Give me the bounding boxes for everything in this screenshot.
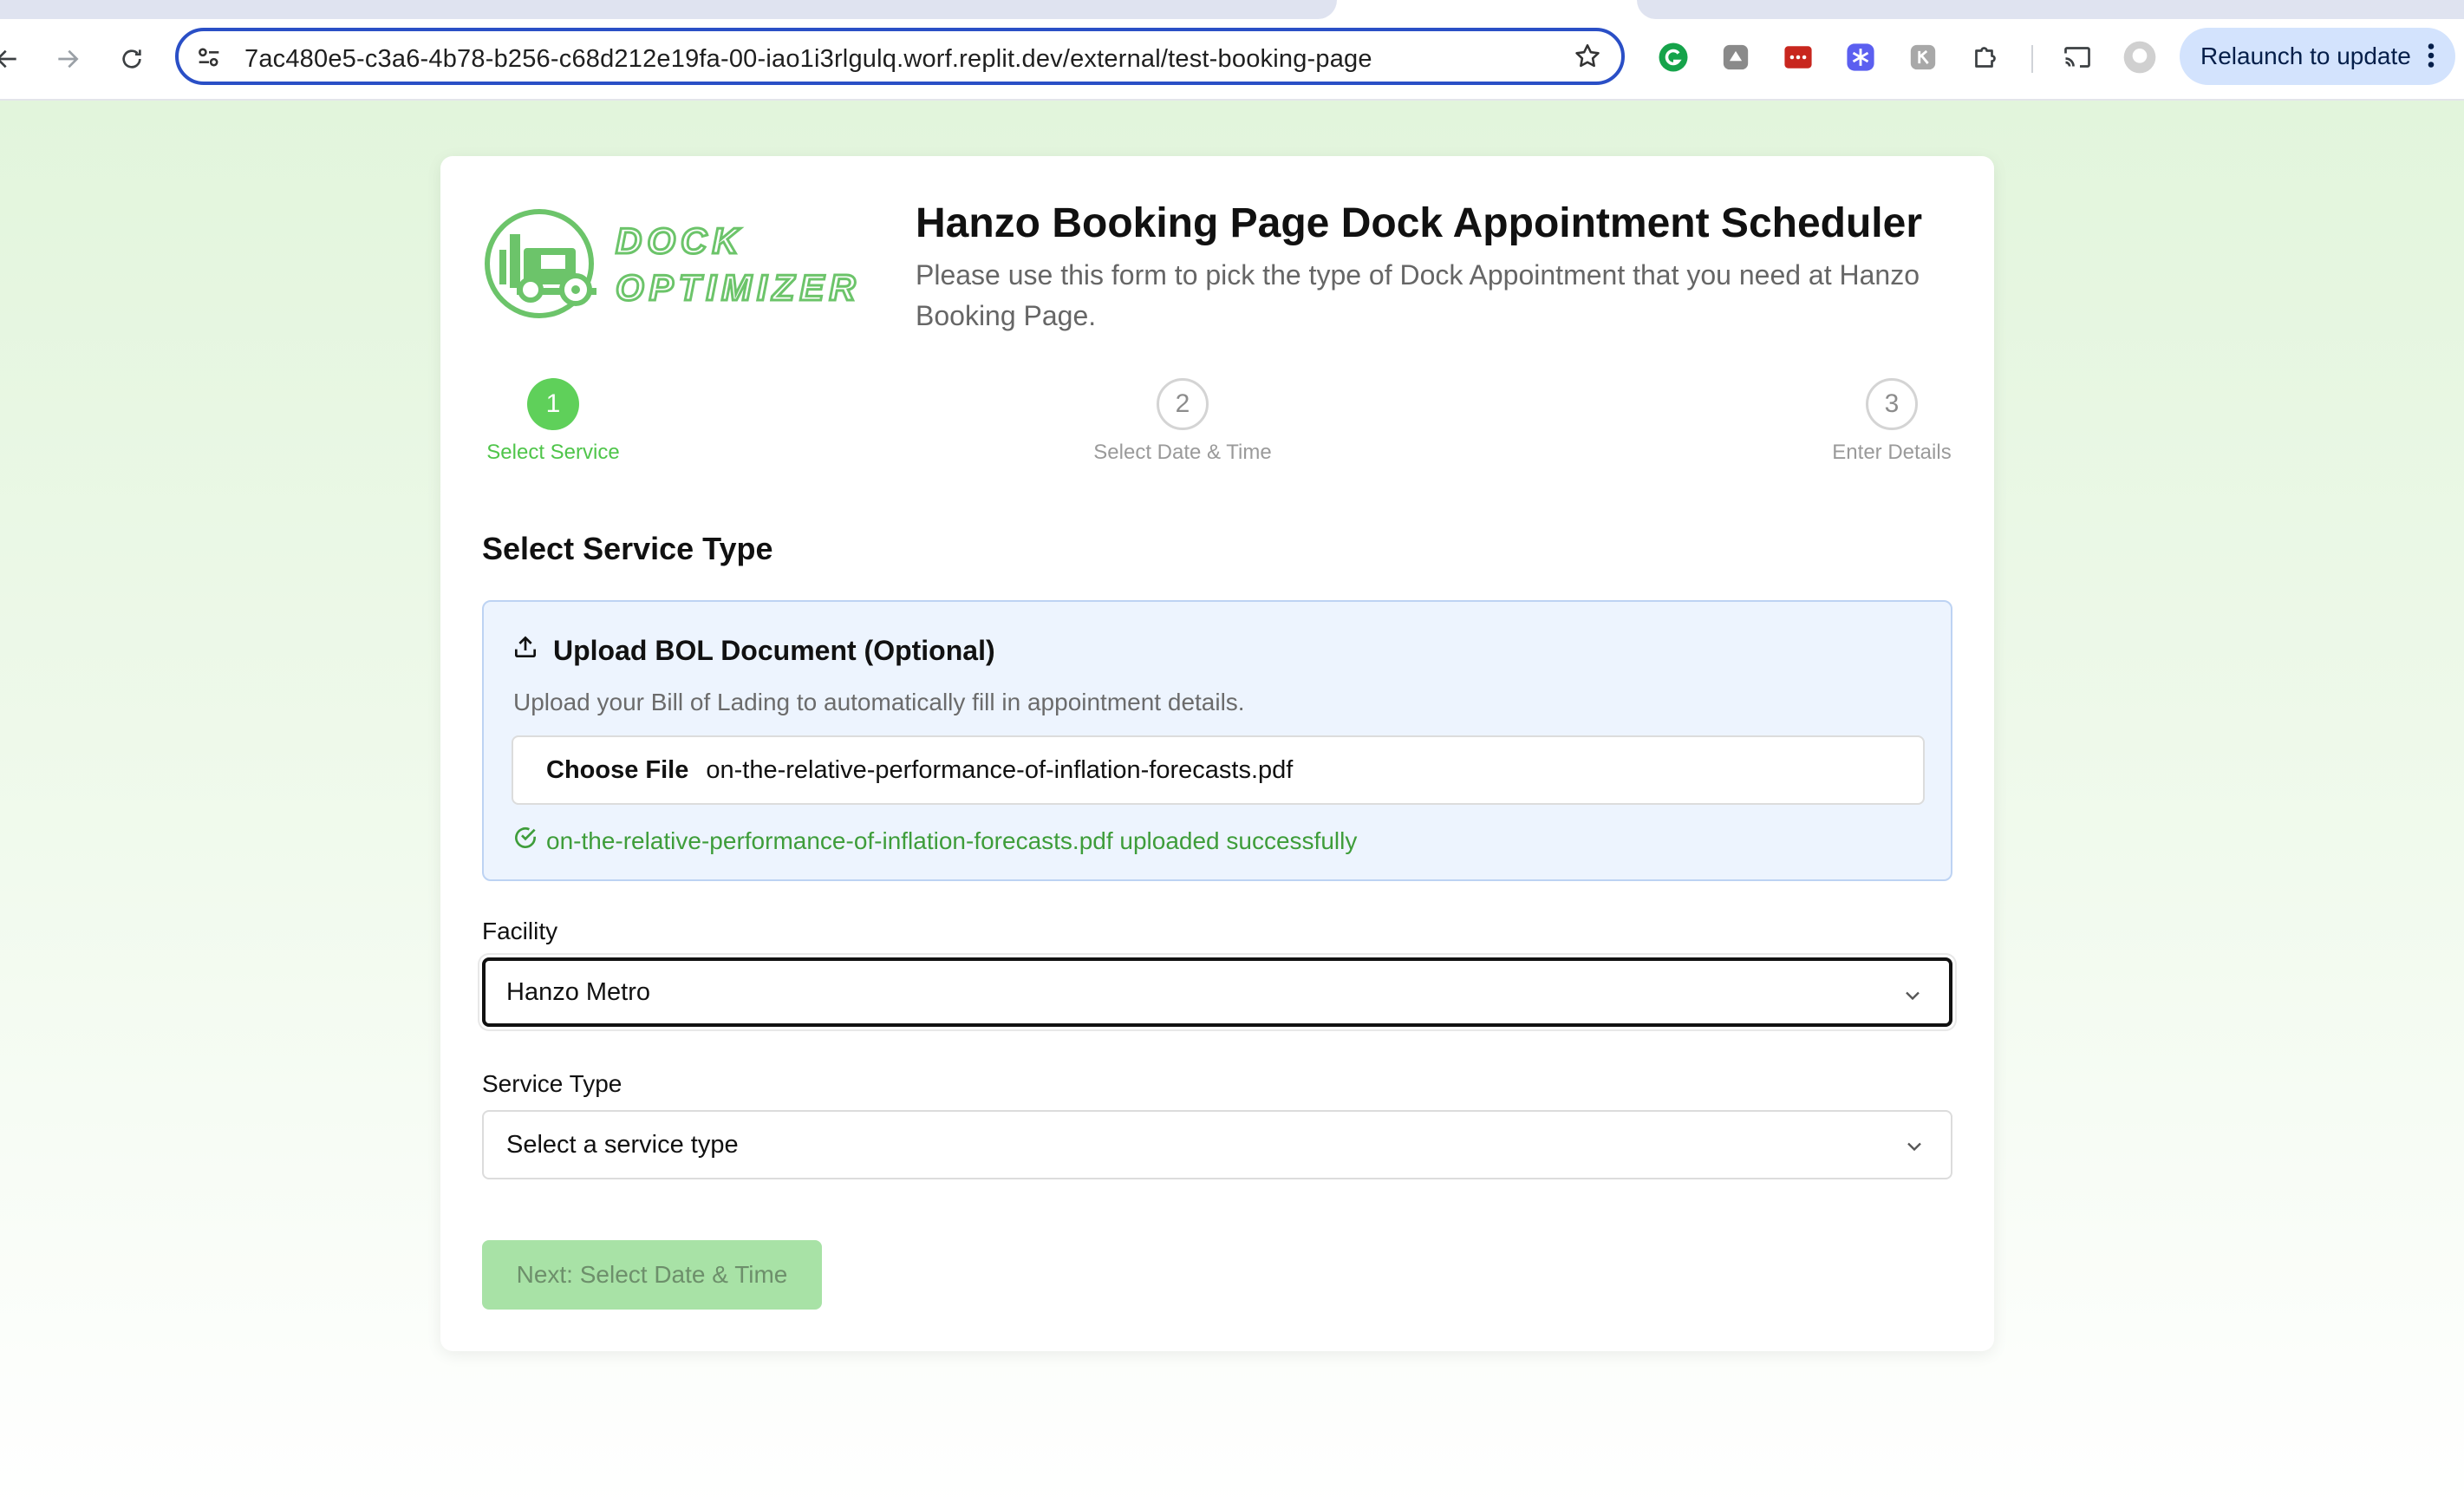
- success-text: on-the-relative-performance-of-inflation…: [546, 826, 1358, 854]
- step-label: Enter Details: [1832, 441, 1952, 464]
- section-title: Select Service Type: [482, 531, 773, 566]
- browser-tab[interactable]: [0, 0, 1337, 19]
- lastpass-icon[interactable]: [1781, 40, 1815, 75]
- step-number: 2: [1157, 378, 1209, 430]
- booking-card: DOCK OPTIMIZER Hanzo Booking Page Dock A…: [440, 156, 1994, 1351]
- chevron-down-icon: [1900, 983, 1925, 1015]
- browser-tab[interactable]: [1637, 0, 2464, 19]
- bookmark-star-icon[interactable]: [1573, 42, 1602, 75]
- service-type-select[interactable]: Select a service type: [482, 1110, 1952, 1179]
- facility-label: Facility: [482, 918, 558, 944]
- page-title: Hanzo Booking Page Dock Appointment Sche…: [916, 200, 1922, 246]
- site-settings-icon[interactable]: [194, 42, 224, 76]
- choose-file-button[interactable]: Choose File: [546, 756, 688, 785]
- upload-icon: [512, 633, 539, 668]
- step-select-service: 1 Select Service: [482, 378, 624, 465]
- puzzle-icon[interactable]: [1968, 40, 2003, 75]
- service-type-label: Service Type: [482, 1070, 623, 1097]
- service-type-placeholder: Select a service type: [506, 1130, 739, 1159]
- chevron-down-icon: [1902, 1134, 1926, 1166]
- extension-icon[interactable]: [1906, 40, 1940, 75]
- step-select-date-time: 2 Select Date & Time: [1068, 378, 1297, 465]
- address-bar[interactable]: 7ac480e5-c3a6-4b78-b256-c68d212e19fa-00-…: [175, 28, 1625, 85]
- upload-description: Upload your Bill of Lading to automatica…: [513, 689, 1245, 715]
- facility-value: Hanzo Metro: [506, 977, 651, 1006]
- extension-icon[interactable]: [1718, 40, 1753, 75]
- page-background: DOCK OPTIMIZER Hanzo Booking Page Dock A…: [0, 101, 2464, 1509]
- file-input[interactable]: Choose File on-the-relative-performance-…: [512, 735, 1925, 805]
- upload-title: Upload BOL Document (Optional): [553, 634, 995, 666]
- step-label: Select Service: [486, 441, 620, 464]
- cast-icon[interactable]: [2060, 40, 2095, 75]
- more-vert-icon[interactable]: [2426, 40, 2436, 77]
- selected-file-name: on-the-relative-performance-of-inflation…: [706, 755, 1294, 784]
- logo-text-line1: DOCK: [616, 220, 744, 261]
- profile-avatar-icon[interactable]: [2122, 40, 2157, 75]
- toolbar-divider: [2031, 45, 2033, 73]
- tab-strip: [0, 0, 2464, 19]
- step-number: 3: [1866, 378, 1918, 430]
- step-enter-details: 3 Enter Details: [1822, 378, 1961, 465]
- upload-success-message: on-the-relative-performance-of-inflation…: [512, 824, 1357, 858]
- step-number: 1: [527, 378, 579, 430]
- relaunch-label: Relaunch to update: [2200, 42, 2411, 69]
- browser-toolbar: 7ac480e5-c3a6-4b78-b256-c68d212e19fa-00-…: [0, 19, 2464, 101]
- facility-select[interactable]: Hanzo Metro: [482, 957, 1952, 1027]
- bol-upload-panel: Upload BOL Document (Optional) Upload yo…: [482, 600, 1952, 881]
- url-text[interactable]: 7ac480e5-c3a6-4b78-b256-c68d212e19fa-00-…: [244, 45, 1372, 74]
- back-icon[interactable]: [0, 40, 26, 78]
- reload-icon[interactable]: [113, 40, 151, 78]
- step-label: Select Date & Time: [1093, 441, 1272, 464]
- grammarly-icon[interactable]: [1656, 40, 1691, 75]
- snowflake-icon[interactable]: [1843, 40, 1878, 75]
- next-select-date-time-button[interactable]: Next: Select Date & Time: [482, 1240, 822, 1310]
- forward-icon[interactable]: [49, 40, 87, 78]
- page-subtitle: Please use this form to pick the type of…: [916, 259, 1920, 331]
- relaunch-button[interactable]: Relaunch to update: [2180, 28, 2455, 85]
- check-circle-icon: [512, 824, 539, 858]
- upload-heading: Upload BOL Document (Optional): [512, 633, 995, 668]
- logo-text-line2: OPTIMIZER: [616, 267, 861, 308]
- dock-optimizer-logo: DOCK OPTIMIZER: [482, 205, 893, 323]
